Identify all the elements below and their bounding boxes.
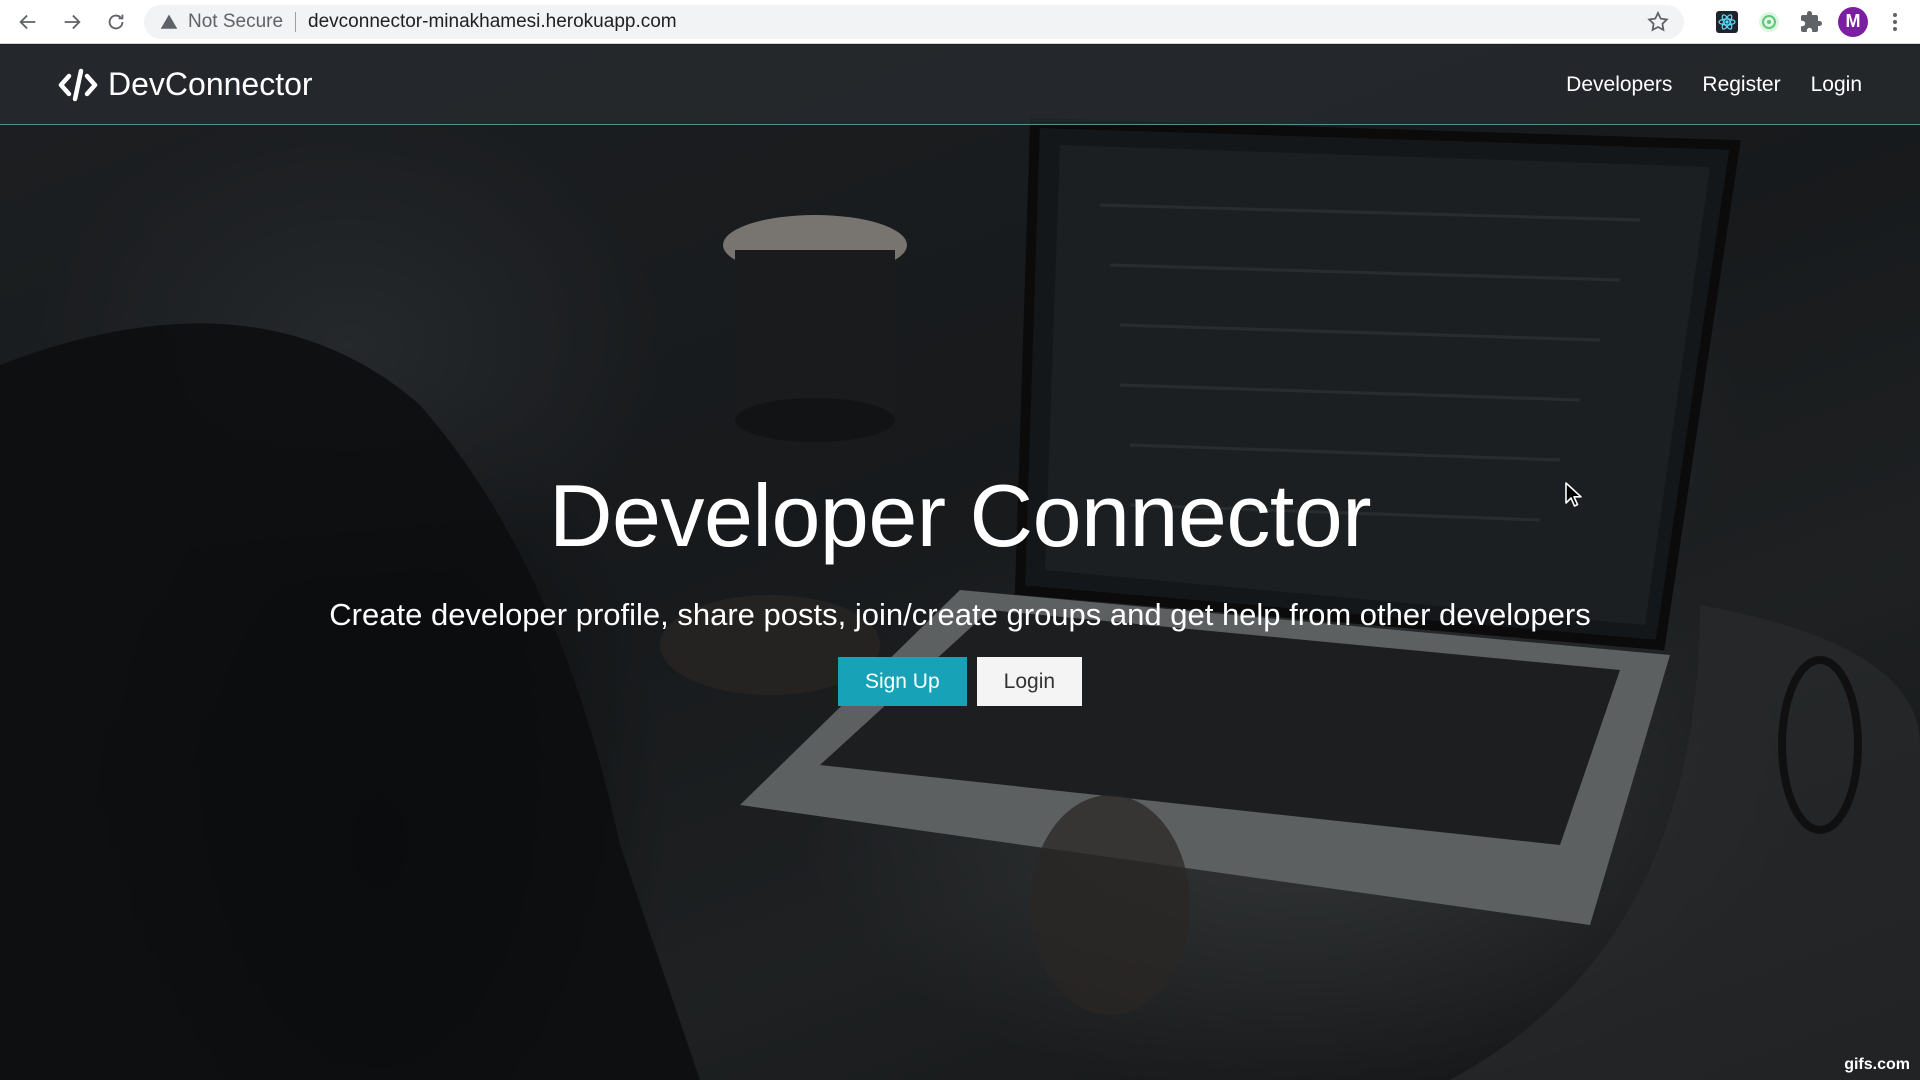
arrow-left-icon [19, 14, 36, 29]
code-icon [58, 68, 98, 102]
warning-triangle-icon [160, 13, 178, 31]
nav-links: Developers Register Login [1536, 73, 1862, 97]
hero-lead: Create developer profile, share posts, j… [329, 597, 1591, 632]
login-button[interactable]: Login [976, 657, 1083, 706]
nav-link-login[interactable]: Login [1811, 73, 1862, 97]
hero-title: Developer Connector [548, 466, 1372, 565]
leaf-circle-icon [1759, 11, 1779, 32]
star-icon[interactable] [1646, 10, 1670, 34]
react-icon [1716, 10, 1738, 33]
forward-button[interactable] [52, 2, 92, 42]
brand-link[interactable]: DevConnector [58, 66, 313, 103]
reload-icon [108, 14, 124, 29]
react-devtools-extension[interactable] [1710, 5, 1744, 39]
browser-menu-button[interactable] [1878, 5, 1912, 39]
extensions-area: M [1702, 5, 1912, 39]
arrow-right-icon [64, 14, 81, 29]
green-extension[interactable] [1752, 5, 1786, 39]
nav-link-register[interactable]: Register [1702, 73, 1780, 97]
back-button[interactable] [8, 2, 48, 42]
url-text[interactable]: devconnector-minakhamesi.herokuapp.com [308, 11, 1646, 33]
signup-button[interactable]: Sign Up [837, 657, 967, 706]
profile-button[interactable]: M [1836, 5, 1870, 39]
watermark: gifs.com [1844, 1056, 1910, 1073]
landing-page: DevConnector Developers Register Login D… [0, 45, 1920, 1080]
mouse-cursor-icon [1565, 482, 1582, 507]
avatar: M [1838, 6, 1868, 37]
site-navbar: DevConnector Developers Register Login [0, 45, 1920, 125]
vertical-dots-icon [1893, 12, 1897, 31]
puzzle-icon [1801, 10, 1822, 32]
hero-buttons: Sign Up Login [837, 657, 1083, 706]
nav-link-developers[interactable]: Developers [1566, 73, 1672, 97]
brand-name: DevConnector [108, 66, 313, 102]
extensions-button[interactable] [1794, 5, 1828, 39]
omnibox-divider [295, 11, 297, 32]
address-bar[interactable]: Not Secure devconnector-minakhamesi.hero… [144, 4, 1684, 39]
browser-toolbar: Not Secure devconnector-minakhamesi.hero… [0, 0, 1920, 44]
reload-button[interactable] [96, 2, 136, 42]
hero-section: Developer Connector Create developer pro… [0, 465, 1920, 706]
security-label[interactable]: Not Secure [188, 11, 283, 33]
